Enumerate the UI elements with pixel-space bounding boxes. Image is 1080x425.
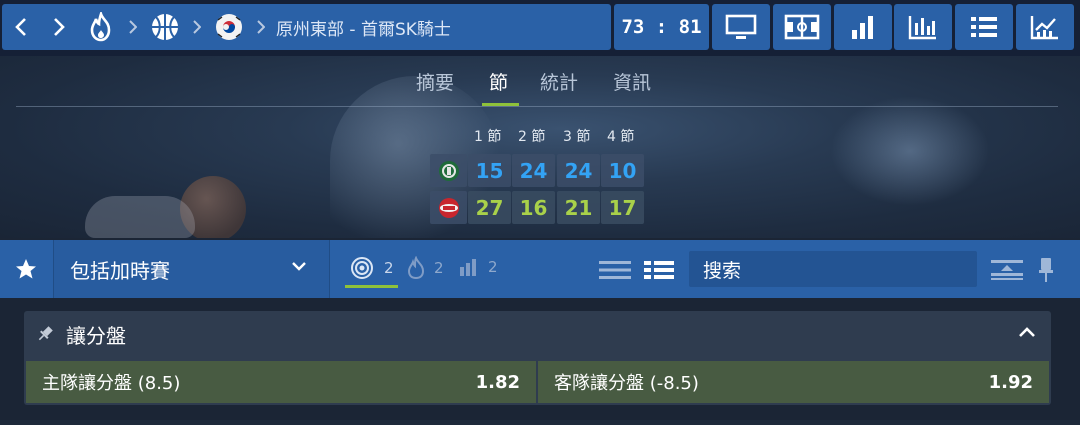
country-breadcrumb[interactable] <box>206 4 252 50</box>
away-team-emblem-icon <box>438 197 459 218</box>
home-period-2-score: 24 <box>512 154 555 187</box>
live-count: 2 <box>384 259 394 277</box>
period-label-2: 2 節 <box>518 129 546 145</box>
background-shoe-image <box>85 196 195 238</box>
court-icon <box>784 14 820 40</box>
match-score: 73 : 81 <box>614 4 709 50</box>
tab-stats[interactable]: 統計 <box>540 68 578 95</box>
star-icon <box>16 259 36 279</box>
away-period-4-score: 17 <box>601 191 644 224</box>
breadcrumb: 原州東部 - 首爾SK騎士 <box>2 4 611 50</box>
chevron-down-icon <box>292 262 306 271</box>
pin-icon <box>1039 258 1053 282</box>
market-filter-bar: 包括加時賽 2 2 2 搜索 <box>0 240 1080 298</box>
chart-icon <box>908 16 936 40</box>
home-team-logo <box>430 154 467 187</box>
away-period-1-score: 27 <box>468 191 511 224</box>
pin-button[interactable] <box>1037 256 1055 288</box>
chevron-up-icon[interactable] <box>1017 325 1037 339</box>
list-view-button[interactable] <box>643 259 675 285</box>
basketball-icon <box>152 14 178 40</box>
background-light <box>830 96 990 206</box>
scoreboard-tabs: 摘要 節 統計 資訊 <box>0 68 1080 108</box>
stats-button[interactable] <box>834 4 892 50</box>
collapse-all-button[interactable] <box>990 259 1024 285</box>
korea-flag-icon <box>216 14 242 40</box>
tab-summary[interactable]: 摘要 <box>416 68 454 95</box>
market-header[interactable]: 讓分盤 <box>24 311 1051 357</box>
odd-label: 主隊讓分盤 (8.5) <box>42 373 181 394</box>
live-filter[interactable]: 2 <box>350 256 394 280</box>
overtime-dropdown[interactable]: 包括加時賽 <box>53 240 330 298</box>
chart-button[interactable] <box>894 4 952 50</box>
home-team-emblem-icon <box>438 160 459 181</box>
odd-price: 1.82 <box>475 371 520 393</box>
list-view-icon <box>644 261 674 279</box>
target-icon <box>351 257 373 279</box>
fire-icon <box>407 256 425 280</box>
tv-icon <box>725 14 757 39</box>
footer-divider <box>0 420 1080 425</box>
period-label-3: 3 節 <box>563 129 591 145</box>
hot-count: 2 <box>434 259 444 277</box>
pin-icon[interactable] <box>36 325 54 343</box>
tab-periods[interactable]: 節 <box>489 68 508 95</box>
market-title: 讓分盤 <box>66 323 126 348</box>
list-button[interactable] <box>955 4 1013 50</box>
list-icon <box>971 17 997 37</box>
match-title: 原州東部 - 首爾SK騎士 <box>276 19 451 40</box>
trend-button[interactable] <box>1016 4 1074 50</box>
scoreboard-panel: 摘要 節 統計 資訊 1 節 2 節 3 節 4 節 15 24 24 10 2… <box>0 56 1080 238</box>
period-label-4: 4 節 <box>607 129 635 145</box>
odd-home-handicap[interactable]: 主隊讓分盤 (8.5) 1.82 <box>26 361 536 403</box>
period-label-1: 1 節 <box>474 129 502 145</box>
court-button[interactable] <box>773 4 831 50</box>
favorite-button[interactable] <box>0 240 52 298</box>
search-input[interactable]: 搜索 <box>689 251 977 287</box>
stats-count: 2 <box>488 258 498 276</box>
hot-filter[interactable]: 2 <box>406 256 444 280</box>
chevron-right-icon <box>54 18 65 36</box>
top-bar: 原州東部 - 首爾SK騎士 73 : 81 <box>0 0 1080 56</box>
breadcrumb-separator <box>252 20 270 34</box>
fire-icon <box>90 12 111 42</box>
lines-view-icon <box>599 261 631 279</box>
collapse-icon <box>991 260 1023 280</box>
stats-bars-icon <box>460 259 476 276</box>
tab-info[interactable]: 資訊 <box>613 68 651 95</box>
home-period-3-score: 24 <box>557 154 600 187</box>
odd-away-handicap[interactable]: 客隊讓分盤 (-8.5) 1.92 <box>538 361 1049 403</box>
forward-button[interactable] <box>40 4 78 50</box>
odd-label: 客隊讓分盤 (-8.5) <box>554 373 699 394</box>
away-period-3-score: 21 <box>557 191 600 224</box>
chevron-right-small-icon <box>257 20 265 34</box>
divider <box>16 106 1058 107</box>
away-period-2-score: 16 <box>512 191 555 224</box>
active-filter-indicator <box>345 285 398 288</box>
breadcrumb-separator <box>124 20 142 34</box>
away-team-logo <box>430 191 467 224</box>
chevron-right-small-icon <box>193 20 201 34</box>
live-breadcrumb[interactable] <box>78 4 124 50</box>
basketball-breadcrumb[interactable] <box>142 4 188 50</box>
market-handicap: 讓分盤 主隊讓分盤 (8.5) 1.82 客隊讓分盤 (-8.5) 1.92 <box>24 311 1051 405</box>
tv-button[interactable] <box>712 4 770 50</box>
back-button[interactable] <box>2 4 40 50</box>
chevron-left-icon <box>15 18 26 36</box>
home-period-1-score: 15 <box>468 154 511 187</box>
stats-bars-icon <box>852 16 873 39</box>
compact-view-button[interactable] <box>598 259 632 285</box>
stats-filter[interactable]: 2 <box>458 256 498 278</box>
chevron-right-small-icon <box>129 20 137 34</box>
odd-price: 1.92 <box>988 371 1033 393</box>
home-period-4-score: 10 <box>601 154 644 187</box>
breadcrumb-separator <box>188 20 206 34</box>
trend-icon <box>1030 16 1058 40</box>
dropdown-selected-value: 包括加時賽 <box>70 258 170 283</box>
